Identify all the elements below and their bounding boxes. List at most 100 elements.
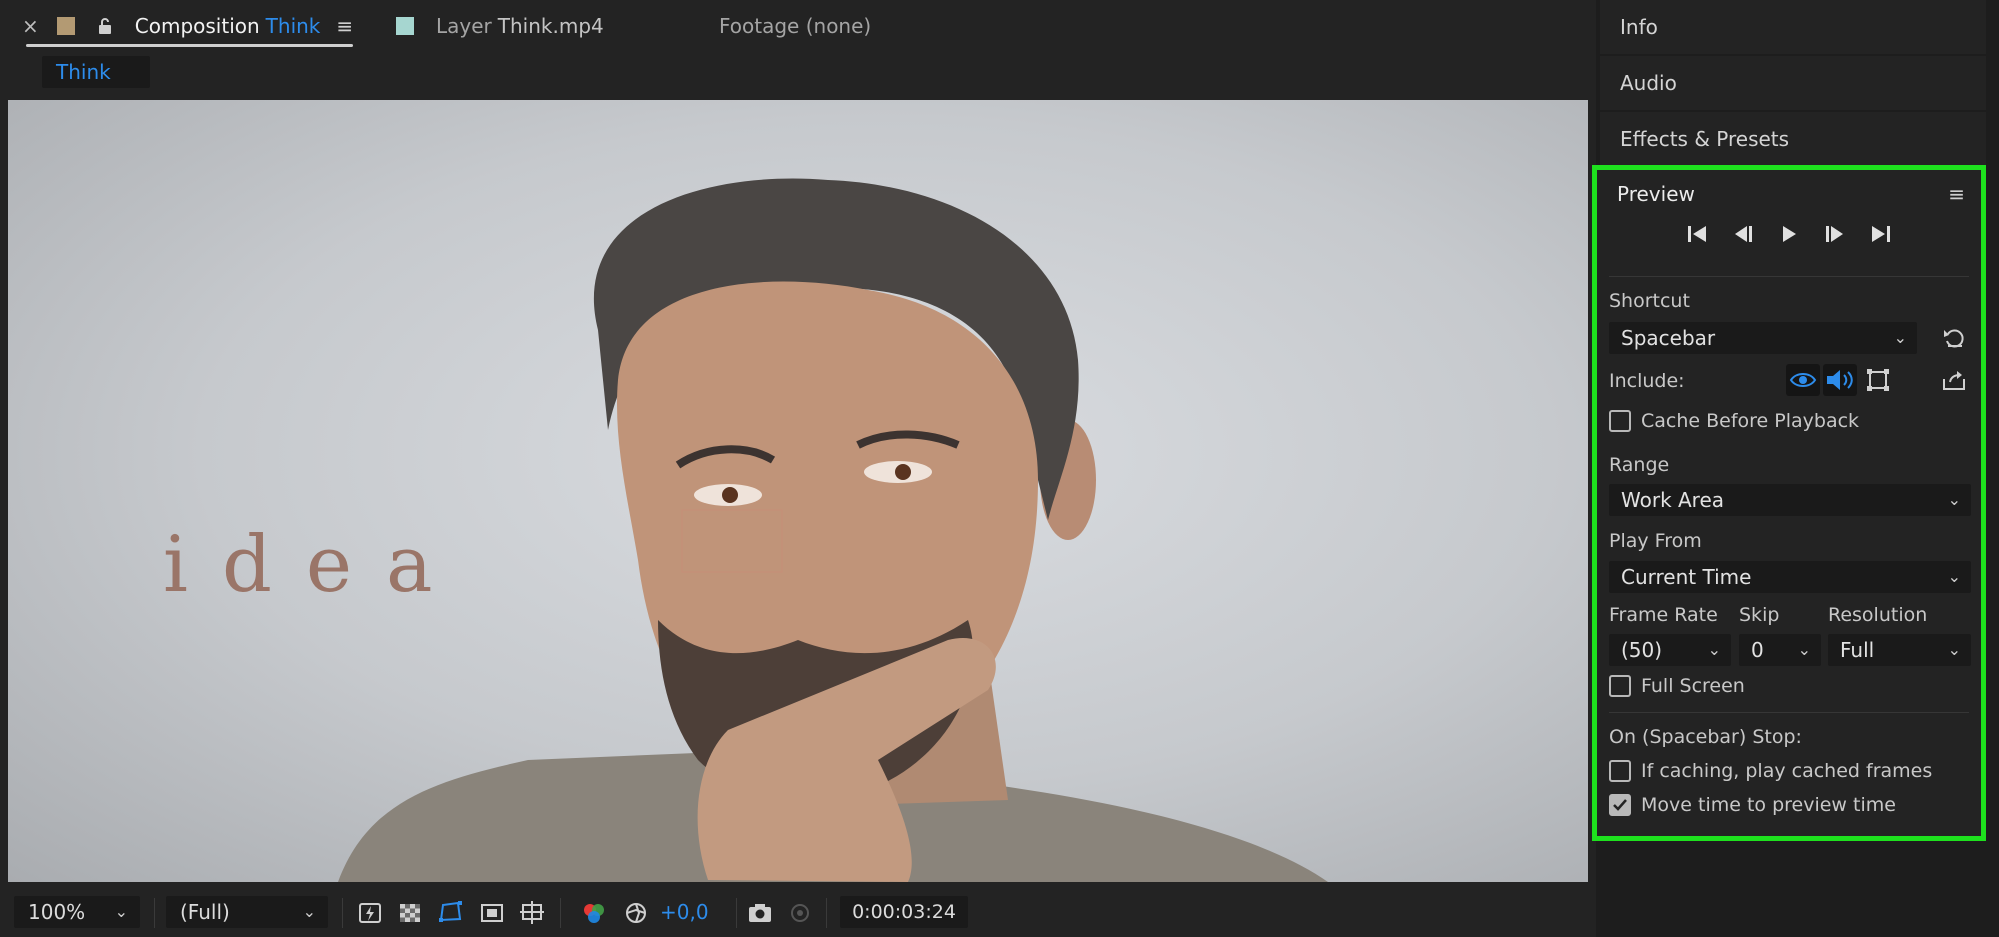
preview-resolution-select[interactable]: Full ⌄ (1828, 634, 1971, 666)
tab-layer[interactable]: Layer Think.mp4 (396, 0, 604, 52)
grid-guides-icon[interactable] (518, 899, 546, 927)
preview-panel-title[interactable]: Preview (1617, 182, 1695, 206)
panel-menu-icon[interactable]: ≡ (336, 14, 353, 38)
checkbox-label: Full Screen (1641, 675, 1745, 697)
panel-divider (1609, 276, 1969, 277)
chevron-down-icon: ⌄ (1947, 490, 1961, 509)
unlock-icon[interactable] (97, 17, 113, 35)
play-from-value: Current Time (1621, 565, 1752, 589)
resolution-value: (Full) (180, 900, 230, 924)
preview-panel: Preview ≡ Shortcut Spacebar ⌄ Include: C… (1592, 165, 1986, 841)
reset-shortcut-icon[interactable] (1939, 323, 1969, 353)
next-frame-icon[interactable] (1823, 222, 1847, 246)
info-panel-header[interactable]: Info (1600, 0, 1986, 54)
skip-value: 0 (1751, 638, 1764, 662)
resolution-label: Resolution (1828, 604, 1928, 626)
toolbar-divider (154, 898, 155, 928)
checkmark-icon (1613, 799, 1627, 811)
checkbox-box[interactable] (1609, 675, 1631, 697)
effects-presets-panel-header[interactable]: Effects & Presets (1600, 112, 1986, 166)
range-select[interactable]: Work Area ⌄ (1609, 484, 1971, 516)
checkbox-box-checked[interactable] (1609, 794, 1631, 816)
channel-rgb-icon[interactable] (580, 899, 608, 927)
checkbox-label: Move time to preview time (1641, 794, 1896, 816)
toolbar-divider (736, 898, 737, 928)
chevron-down-icon: ⌄ (1797, 640, 1811, 659)
cache-before-playback-checkbox[interactable]: Cache Before Playback (1609, 410, 1859, 432)
previous-frame-icon[interactable] (1731, 222, 1755, 246)
exposure-value[interactable]: +0,0 (660, 900, 709, 924)
toolbar-divider (826, 898, 827, 928)
preview-resolution-value: Full (1840, 638, 1875, 662)
layer-color-swatch-icon (396, 17, 414, 35)
toolbar-divider (560, 898, 561, 928)
chevron-down-icon: ⌄ (302, 902, 316, 921)
frame-rate-label: Frame Rate (1609, 604, 1718, 626)
transparency-grid-icon[interactable] (396, 899, 424, 927)
first-frame-icon[interactable] (1685, 222, 1709, 246)
chevron-down-icon: ⌄ (1947, 640, 1961, 659)
composition-breadcrumb-bar: Think (0, 52, 1596, 96)
snapshot-camera-icon[interactable] (746, 899, 774, 927)
tab-composition-think[interactable]: × Composition Think ≡ (22, 0, 354, 52)
frame-rate-value: (50) (1621, 638, 1663, 662)
composition-tab-bar: × Composition Think ≡ Layer Think.mp4 Fo… (0, 0, 1596, 52)
last-frame-icon[interactable] (1869, 222, 1893, 246)
chevron-down-icon: ⌄ (1893, 328, 1907, 347)
toolbar-divider (342, 898, 343, 928)
if-caching-checkbox[interactable]: If caching, play cached frames (1609, 760, 1932, 782)
mask-visibility-icon[interactable] (436, 899, 464, 927)
shortcut-label: Shortcut (1609, 290, 1690, 312)
include-label: Include: (1609, 370, 1685, 392)
magnification-select[interactable]: 100% ⌄ (14, 896, 140, 928)
play-from-label: Play From (1609, 530, 1702, 552)
composition-viewer[interactable]: idea (8, 100, 1588, 882)
checkbox-box[interactable] (1609, 760, 1631, 782)
show-snapshot-icon[interactable] (786, 899, 814, 927)
playback-controls (1597, 222, 1981, 246)
checkbox-label: Cache Before Playback (1641, 410, 1860, 432)
reset-exposure-icon[interactable] (622, 899, 650, 927)
idea-text-layer[interactable]: idea (163, 520, 467, 610)
region-of-interest-icon[interactable] (478, 899, 506, 927)
footage-frame-image (338, 178, 1328, 882)
move-time-checkbox[interactable]: Move time to preview time (1609, 794, 1896, 816)
shortcut-value: Spacebar (1621, 326, 1716, 350)
layer-name: Think.mp4 (497, 14, 604, 38)
active-tab-underline (26, 44, 354, 47)
panel-divider (1609, 712, 1969, 713)
checkbox-box[interactable] (1609, 410, 1631, 432)
breadcrumb[interactable]: Think (42, 56, 150, 88)
range-value: Work Area (1621, 488, 1725, 512)
audio-panel-header[interactable]: Audio (1600, 56, 1986, 110)
footage-label: Footage (none) (719, 14, 872, 38)
resolution-select[interactable]: (Full) ⌄ (166, 896, 328, 928)
chevron-down-icon: ⌄ (1947, 567, 1961, 586)
export-share-icon[interactable] (1939, 366, 1969, 396)
play-from-select[interactable]: Current Time ⌄ (1609, 561, 1971, 593)
panel-menu-icon[interactable]: ≡ (1948, 182, 1965, 206)
current-time-display[interactable]: 0:00:03:24 (840, 896, 968, 928)
checkbox-label: If caching, play cached frames (1641, 760, 1933, 782)
magnification-value: 100% (28, 900, 86, 924)
play-icon[interactable] (1777, 222, 1801, 246)
composition-color-swatch-icon (56, 17, 75, 35)
close-tab-icon[interactable]: × (22, 14, 39, 38)
tab-prefix: Layer (436, 14, 492, 38)
on-stop-label: On (Spacebar) Stop: (1609, 726, 1802, 748)
fast-previews-icon[interactable] (356, 899, 384, 927)
include-audio-speaker-icon[interactable] (1823, 364, 1857, 396)
include-video-eye-icon[interactable] (1786, 364, 1820, 396)
tab-footage[interactable]: Footage (none) (719, 0, 871, 52)
frame-rate-select[interactable]: (50) ⌄ (1609, 634, 1731, 666)
shortcut-select[interactable]: Spacebar ⌄ (1609, 322, 1917, 354)
chevron-down-icon: ⌄ (1707, 640, 1721, 659)
skip-select[interactable]: 0 ⌄ (1739, 634, 1821, 666)
skip-label: Skip (1739, 604, 1780, 626)
tab-prefix: Composition (134, 14, 260, 38)
include-overlays-icon[interactable] (1861, 364, 1895, 396)
full-screen-checkbox[interactable]: Full Screen (1609, 675, 1745, 697)
composition-name: Think (265, 14, 321, 38)
chevron-down-icon: ⌄ (114, 902, 128, 921)
range-label: Range (1609, 454, 1670, 476)
